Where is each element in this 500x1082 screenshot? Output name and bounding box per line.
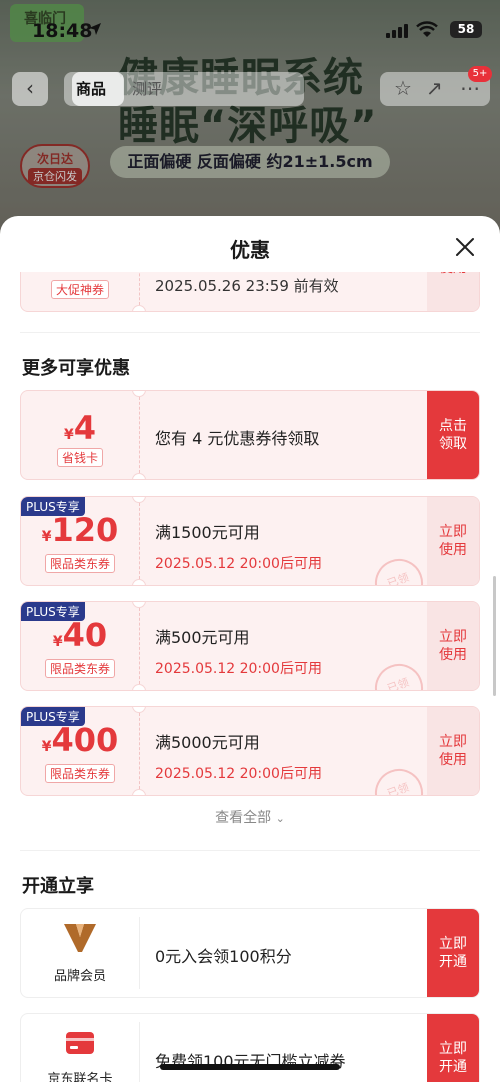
cobrand-card-item[interactable]: 京东联名卡 免费领100元无门槛立减券 立即开通 [20,1013,480,1082]
coupon-amount: ¥4 [63,409,96,447]
notification-badge: 5+ [468,66,492,82]
brand-member-text: 0元入会领100积分 [155,947,292,966]
brand-v-icon [64,924,96,952]
coupon-amount: ¥400 [41,721,119,759]
coupon-condition: 满1500元可用 [155,523,260,542]
coupon-tag: 限品类东券 [21,763,139,783]
coupon-separator [139,397,140,473]
coupon-validity: 2025.05.26 23:59 前有效 [155,277,339,295]
plus-coupon[interactable]: PLUS专享 ¥120 限品类东券 满1500元可用 2025.05.12 20… [20,496,480,586]
coupon-info: 您有 4 元优惠券待领取 [155,425,319,449]
coupon-info: 2025.05.26 23:59 前有效 [155,275,339,296]
sheet-content[interactable]: 大促神券 2025.05.26 23:59 前有效 使用 更多可享优惠 ¥4 省… [0,272,500,1082]
coupon-start-time: 2025.05.12 20:00后可用 [155,556,322,572]
star-icon[interactable]: ☆ [394,76,412,100]
tab-goods[interactable]: 商品 [76,78,106,99]
coupon-notch [132,579,146,585]
claimed-stamp: 已领 [368,657,430,690]
coupon-notch [132,473,146,479]
claimed-stamp: 已领 [368,552,430,585]
coupon-condition: 满500元可用 [155,628,250,647]
coupon-tag: 大促神券 [21,279,139,299]
coupon-start-time: 2025.05.12 20:00后可用 [155,661,322,677]
sheet-title: 优惠 [230,238,270,262]
tab-review[interactable]: 测评 [132,78,162,99]
plus-coupon[interactable]: PLUS专享 ¥400 限品类东券 满5000元可用 2025.05.12 20… [20,706,480,796]
savings-card-coupon[interactable]: ¥4 省钱卡 您有 4 元优惠券待领取 点击领取 [20,390,480,480]
coupon-tag: 限品类东券 [21,658,139,678]
brand-member-label: 品牌会员 [53,969,106,984]
coupon-notch [132,684,146,690]
chevron-down-icon: ⌄ [275,812,285,825]
coupon-separator [139,713,140,789]
open-now-button[interactable]: 立即开通 [427,909,479,997]
use-now-button[interactable]: 立即使用 [427,602,479,690]
use-now-button[interactable]: 立即使用 [427,497,479,585]
signal-icon [386,24,408,38]
home-indicator[interactable] [160,1064,340,1070]
coupon-notch [132,391,146,397]
close-icon[interactable] [452,234,478,260]
divider [20,850,480,851]
coupon-notch [132,707,146,713]
use-now-button[interactable]: 立即使用 [427,707,479,795]
item-separator [139,1022,140,1082]
coupon-amount: ¥40 [52,616,108,654]
wifi-icon [416,21,438,37]
scrollbar[interactable] [493,576,496,696]
coupon-info: 满1500元可用 2025.05.12 20:00后可用 [155,519,322,573]
open-now-button[interactable]: 立即开通 [427,1014,479,1082]
cobrand-card-label: 京东联名卡 [47,1072,113,1082]
status-time: 18:48 [32,20,93,42]
battery-indicator: 58 [450,21,482,38]
coupon-notch [132,497,146,503]
view-all-label: 查看全部 [215,810,272,826]
item-separator [139,917,140,989]
coupon-amount: ¥120 [41,511,119,549]
coupon-info: 满500元可用 2025.05.12 20:00后可用 [155,624,322,678]
status-bar: 喜临门 18:48 58 [0,0,500,56]
use-button[interactable]: 使用 [427,272,479,311]
plus-coupon[interactable]: PLUS专享 ¥40 限品类东券 满500元可用 2025.05.12 20:0… [20,601,480,691]
coupon-notch [132,305,146,311]
coupon-notch [132,789,146,795]
coupon-text: 您有 4 元优惠券待领取 [155,429,320,448]
coupon-separator [139,503,140,579]
coupon-start-time: 2025.05.12 20:00后可用 [155,766,322,782]
chevron-left-icon: ‹ [26,76,34,100]
coupon-notch [132,602,146,608]
coupon-separator [139,272,140,305]
claim-button[interactable]: 点击领取 [427,391,479,479]
coupon-tag: 限品类东券 [21,553,139,573]
nav-tabs: 商品 测评 [64,72,304,106]
open-enjoy-title: 开通立享 [22,876,94,897]
coupon-info: 满5000元可用 2025.05.12 20:00后可用 [155,729,322,783]
offers-sheet: 优惠 大促神券 2025.05.26 23:59 前有效 使用 更多可享优惠 ¥… [0,216,500,1082]
partial-coupon[interactable]: 大促神券 2025.05.26 23:59 前有效 使用 [20,272,480,312]
back-button[interactable]: ‹ [12,72,48,106]
divider [20,332,480,333]
sheet-header: 优惠 [0,216,500,278]
coupon-tag: 省钱卡 [21,447,139,467]
share-icon[interactable]: ↗ [426,76,443,100]
nav-actions: ☆ ↗ ⋯ 5+ [380,66,492,106]
more-offers-title: 更多可享优惠 [22,358,130,379]
coupon-separator [139,608,140,684]
coupon-condition: 满5000元可用 [155,733,260,752]
product-page-background: 健康睡眠系统 睡眠“深呼吸” 正面偏硬 反面偏硬 约21±1.5cm 次日达 京… [0,0,500,240]
location-arrow-icon [89,23,101,35]
credit-card-icon [66,1032,94,1054]
claimed-stamp: 已领 [368,762,430,795]
brand-membership-item[interactable]: 品牌会员 0元入会领100积分 立即开通 [20,908,480,998]
view-all-link[interactable]: 查看全部 ⌄ [0,807,500,827]
